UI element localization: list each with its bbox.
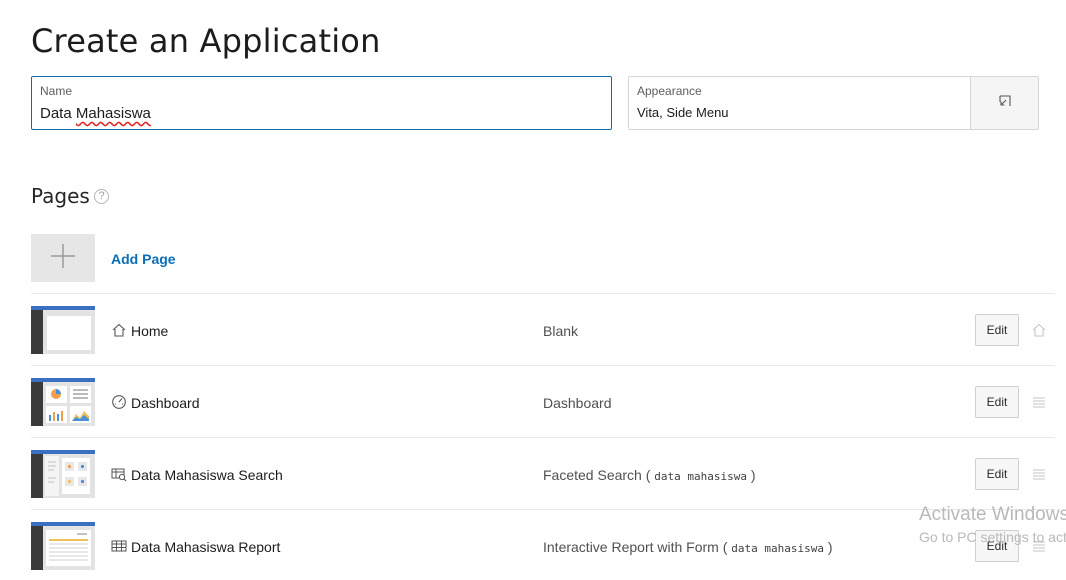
appearance-field[interactable]: Appearance Vita, Side Menu xyxy=(628,76,971,130)
page-row-dashboard: Dashboard Dashboard Edit xyxy=(31,366,1066,436)
name-input[interactable]: Data Mahasiswa xyxy=(40,105,560,122)
interactive-report-thumbnail xyxy=(31,522,95,570)
page-row-report: Data Mahasiswa Report Interactive Report… xyxy=(31,510,1066,580)
page-row-home: Home Blank Edit xyxy=(31,294,1066,364)
name-value-misspelled: Mahasiswa xyxy=(75,105,151,122)
edit-button[interactable]: Edit xyxy=(975,458,1019,490)
page-type-source: data mahasiswa xyxy=(654,470,747,483)
page-type: Faceted Search ( data mahasiswa ) xyxy=(543,467,756,483)
name-value-plain: Data xyxy=(40,105,76,122)
blank-page-thumbnail xyxy=(31,306,95,354)
search-report-icon xyxy=(111,468,127,482)
dashboard-page-thumbnail xyxy=(31,378,95,426)
page-name: Data Mahasiswa Search xyxy=(131,467,283,483)
page-name: Home xyxy=(131,323,169,339)
page-type: Dashboard xyxy=(543,395,612,411)
add-page-tile[interactable] xyxy=(31,234,95,282)
page-type: Blank xyxy=(543,323,579,339)
appearance-field-label: Appearance xyxy=(637,84,702,98)
faceted-search-thumbnail xyxy=(31,450,95,498)
page-type-close: ) xyxy=(824,539,833,555)
page-type-close: ) xyxy=(747,467,756,483)
gauge-icon xyxy=(112,395,126,409)
appearance-change-button[interactable] xyxy=(970,76,1039,130)
page-type-source: data mahasiswa xyxy=(731,542,824,555)
open-dialog-icon xyxy=(997,93,1013,114)
name-field[interactable]: Name Data Mahasiswa xyxy=(31,76,612,130)
watermark-line-1: Activate Windows xyxy=(919,504,1066,525)
page-type-label: Interactive Report with Form ( xyxy=(543,539,732,555)
page-name: Data Mahasiswa Report xyxy=(131,539,281,555)
home-icon xyxy=(112,323,126,337)
edit-button[interactable]: Edit xyxy=(975,314,1019,346)
page-row-search: Data Mahasiswa Search Faceted Search ( d… xyxy=(31,438,1066,508)
drag-handle-icon[interactable] xyxy=(1031,394,1047,410)
plus-icon xyxy=(49,242,77,275)
drag-handle-icon[interactable] xyxy=(1031,466,1047,482)
page-name: Dashboard xyxy=(131,395,200,411)
page-title: Create an Application xyxy=(31,22,381,60)
page-type-label: Faceted Search ( xyxy=(543,467,655,483)
name-field-label: Name xyxy=(40,84,73,98)
add-page-link[interactable]: Add Page xyxy=(111,251,176,267)
windows-activation-watermark: Activate Windows Go to PC settings to ac… xyxy=(919,503,1066,547)
table-icon xyxy=(111,540,127,552)
home-icon xyxy=(1032,323,1046,337)
watermark-line-2: Go to PC settings to activate xyxy=(919,529,1066,545)
page-type: Interactive Report with Form ( data maha… xyxy=(543,539,833,555)
edit-button[interactable]: Edit xyxy=(975,386,1019,418)
help-icon[interactable]: ? xyxy=(94,189,109,204)
pages-heading: Pages xyxy=(31,184,90,208)
